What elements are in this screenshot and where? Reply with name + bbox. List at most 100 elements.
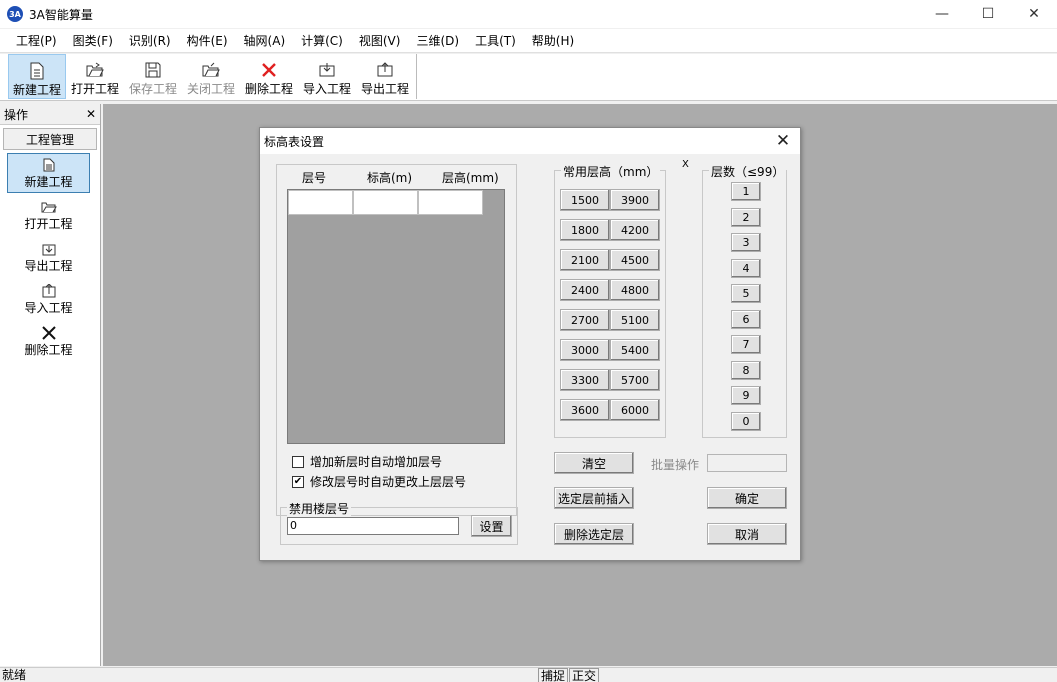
digit-button-2[interactable]: 2 [731, 207, 761, 227]
menu-help[interactable]: 帮助(H) [524, 32, 582, 49]
close-project-label: 关闭工程 [186, 82, 235, 96]
table-row[interactable] [288, 190, 483, 215]
height-button-4800[interactable]: 4800 [610, 279, 660, 301]
digit-button-3[interactable]: 3 [731, 233, 761, 252]
save-project-button[interactable]: 保存工程 [124, 54, 182, 99]
panel-export-project-button[interactable]: 导出工程 [7, 237, 90, 277]
menu-tools[interactable]: 工具(T) [467, 32, 524, 49]
digit-button-8[interactable]: 8 [731, 360, 761, 380]
new-document-icon [29, 61, 45, 81]
height-button-2100[interactable]: 2100 [560, 249, 610, 271]
menu-calculate[interactable]: 计算(C) [293, 32, 351, 49]
height-button-3900[interactable]: 3900 [610, 189, 660, 211]
ortho-toggle[interactable]: 正交 [569, 668, 600, 682]
status-text: 就绪 [2, 668, 27, 682]
auto-update-floor-label: 修改层号时自动更改上层层号 [310, 475, 467, 489]
height-button-1800[interactable]: 1800 [560, 219, 610, 241]
ok-button[interactable]: 确定 [707, 487, 787, 509]
common-heights-label: 常用层高（mm） [561, 163, 661, 180]
panel-delete-project-button[interactable]: 删除工程 [7, 321, 90, 361]
panel-close-icon[interactable]: ✕ [86, 107, 96, 121]
panel-open-project-button[interactable]: 打开工程 [7, 195, 90, 235]
height-button-1500[interactable]: 1500 [560, 189, 610, 211]
minimize-button[interactable]: — [919, 0, 965, 28]
export-icon [377, 60, 393, 80]
batch-operation-label: 批量操作 [651, 458, 700, 472]
operations-panel: 操作 ✕ 工程管理 新建工程 打开工程 导出工程 导入工程 删除工程 [0, 104, 101, 666]
cancel-button[interactable]: 取消 [707, 523, 787, 545]
open-project-label: 打开工程 [70, 82, 119, 96]
digit-button-4[interactable]: 4 [731, 258, 761, 278]
close-project-button[interactable]: 关闭工程 [182, 54, 240, 99]
x-mark: X [682, 159, 689, 170]
title-bar: 3A 3A智能算量 — ☐ ✕ [0, 0, 1057, 28]
auto-update-floor-checkbox[interactable]: ✔ [292, 475, 304, 488]
digit-button-1[interactable]: 1 [731, 182, 761, 201]
close-folder-icon [202, 60, 220, 80]
maximize-button[interactable]: ☐ [965, 0, 1011, 28]
height-button-6000[interactable]: 6000 [610, 399, 660, 421]
panel-new-project-label: 新建工程 [24, 174, 73, 189]
panel-import-project-button[interactable]: 导入工程 [7, 279, 90, 319]
delete-selected-button[interactable]: 删除选定层 [554, 523, 634, 545]
height-button-5400[interactable]: 5400 [610, 339, 660, 361]
panel-delete-project-label: 删除工程 [24, 342, 73, 357]
panel-open-project-label: 打开工程 [24, 216, 73, 231]
auto-update-floor-option[interactable]: ✔ 修改层号时自动更改上层层号 [292, 473, 466, 490]
close-window-button[interactable]: ✕ [1011, 0, 1057, 28]
clear-button[interactable]: 清空 [554, 452, 634, 474]
set-button[interactable]: 设置 [471, 515, 512, 537]
import-icon [42, 283, 56, 299]
floor-table-grid[interactable] [287, 189, 505, 444]
height-button-4200[interactable]: 4200 [610, 219, 660, 241]
menu-component[interactable]: 构件(E) [179, 32, 236, 49]
dialog-close-button[interactable]: ✕ [772, 130, 794, 152]
delete-project-button[interactable]: 删除工程 [240, 54, 298, 99]
height-button-5100[interactable]: 5100 [610, 309, 660, 331]
menu-project[interactable]: 工程(P) [8, 32, 65, 49]
height-button-2700[interactable]: 2700 [560, 309, 610, 331]
height-button-3600[interactable]: 3600 [560, 399, 610, 421]
dialog-title: 标高表设置 [264, 134, 325, 149]
column-floor-number: 层号 [302, 171, 327, 185]
digit-button-6[interactable]: 6 [731, 309, 761, 329]
open-project-button[interactable]: 打开工程 [66, 54, 124, 99]
menu-axis[interactable]: 轴网(A) [236, 32, 294, 49]
export-project-label: 导出工程 [360, 82, 409, 96]
tab-project-management[interactable]: 工程管理 [3, 128, 97, 150]
elevation-table-dialog: 标高表设置 ✕ 层号 标高(m) 层高(mm) 增加新层时自动增加层号 ✔ 修改… [259, 127, 801, 561]
cell-floor-height[interactable] [418, 190, 483, 215]
auto-add-floor-option[interactable]: 增加新层时自动增加层号 [292, 453, 442, 470]
app-title: 3A智能算量 [29, 7, 93, 22]
digit-button-7[interactable]: 7 [731, 335, 761, 354]
delete-x-icon [261, 60, 277, 80]
height-button-3000[interactable]: 3000 [560, 339, 610, 361]
cell-elevation[interactable] [353, 190, 418, 215]
menu-3d[interactable]: 三维(D) [408, 32, 467, 49]
import-project-label: 导入工程 [302, 82, 351, 96]
snap-toggle[interactable]: 捕捉 [538, 668, 569, 682]
disabled-floor-input[interactable]: 0 [287, 517, 459, 535]
open-folder-icon [86, 60, 104, 80]
export-project-button[interactable]: 导出工程 [356, 54, 414, 99]
menu-drawing[interactable]: 图类(F) [65, 32, 121, 49]
cell-floor-number[interactable] [288, 190, 353, 215]
floor-count-label: 层数（≤99） [709, 163, 786, 180]
height-button-2400[interactable]: 2400 [560, 279, 610, 301]
digit-button-5[interactable]: 5 [731, 284, 761, 303]
digit-button-9[interactable]: 9 [731, 386, 761, 405]
new-document-icon [43, 157, 55, 173]
new-project-button[interactable]: 新建工程 [8, 54, 66, 99]
import-project-button[interactable]: 导入工程 [298, 54, 356, 99]
panel-title: 操作 [4, 107, 29, 122]
auto-add-floor-checkbox[interactable] [292, 455, 304, 468]
panel-new-project-button[interactable]: 新建工程 [7, 153, 90, 193]
delete-x-icon [41, 325, 56, 341]
digit-button-0[interactable]: 0 [731, 411, 761, 431]
menu-recognize[interactable]: 识别(R) [121, 32, 179, 49]
height-button-3300[interactable]: 3300 [560, 369, 610, 391]
height-button-4500[interactable]: 4500 [610, 249, 660, 271]
height-button-5700[interactable]: 5700 [610, 369, 660, 391]
menu-view[interactable]: 视图(V) [351, 32, 409, 49]
insert-before-button[interactable]: 选定层前插入 [554, 487, 634, 509]
